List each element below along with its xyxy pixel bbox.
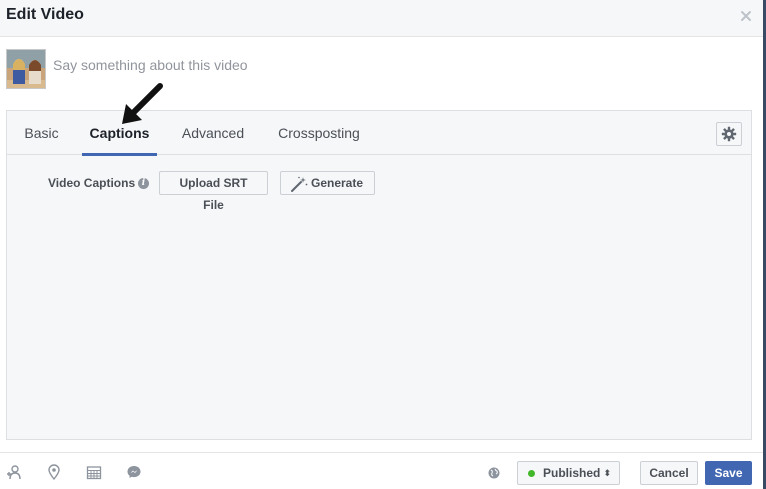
tab-label: Advanced — [181, 125, 245, 141]
messenger-icon[interactable] — [126, 464, 142, 480]
composer — [0, 37, 763, 109]
generate-label: Generate — [311, 176, 364, 190]
location-icon[interactable] — [46, 464, 62, 480]
edit-video-dialog: Edit Video Basic Captions Advanced — [0, 0, 766, 489]
video-description-input[interactable] — [53, 55, 743, 75]
save-button[interactable]: Save — [705, 461, 752, 485]
publish-status-label: Published — [543, 466, 601, 480]
tab-label: Basic — [24, 125, 59, 141]
tab-crossposting[interactable]: Crossposting — [276, 111, 362, 155]
info-icon[interactable]: i — [138, 178, 149, 189]
calendar-icon[interactable] — [86, 464, 102, 480]
video-thumbnail — [6, 49, 46, 89]
globe-icon[interactable] — [488, 467, 500, 479]
dialog-footer: Published ⬍ Cancel Save — [0, 452, 763, 489]
cancel-button[interactable]: Cancel — [640, 461, 698, 485]
published-status-dot — [528, 470, 535, 477]
settings-button[interactable] — [716, 122, 742, 146]
tab-label: Crossposting — [278, 125, 360, 141]
video-captions-label: Video Captions — [48, 176, 136, 190]
close-icon[interactable] — [739, 9, 753, 23]
edit-panel: Basic Captions Advanced Crossposting Vid… — [6, 110, 752, 440]
publish-status-dropdown[interactable]: Published ⬍ — [517, 461, 620, 485]
generate-button[interactable]: Generate — [280, 171, 375, 195]
active-tab-indicator — [82, 153, 157, 156]
tab-basic[interactable]: Basic — [23, 111, 60, 155]
annotation-arrow-icon — [122, 83, 163, 124]
chevron-updown-icon: ⬍ — [603, 468, 611, 478]
tag-people-icon[interactable] — [6, 464, 22, 480]
gear-icon — [721, 126, 737, 142]
dialog-title: Edit Video — [6, 6, 84, 23]
dialog-header: Edit Video — [0, 0, 763, 37]
upload-srt-button[interactable]: Upload SRT File — [159, 171, 268, 212]
video-captions-row: Video Captions i Upload SRT File Generat… — [7, 171, 751, 212]
tab-advanced[interactable]: Advanced — [181, 111, 245, 155]
magic-wand-icon — [291, 176, 308, 192]
